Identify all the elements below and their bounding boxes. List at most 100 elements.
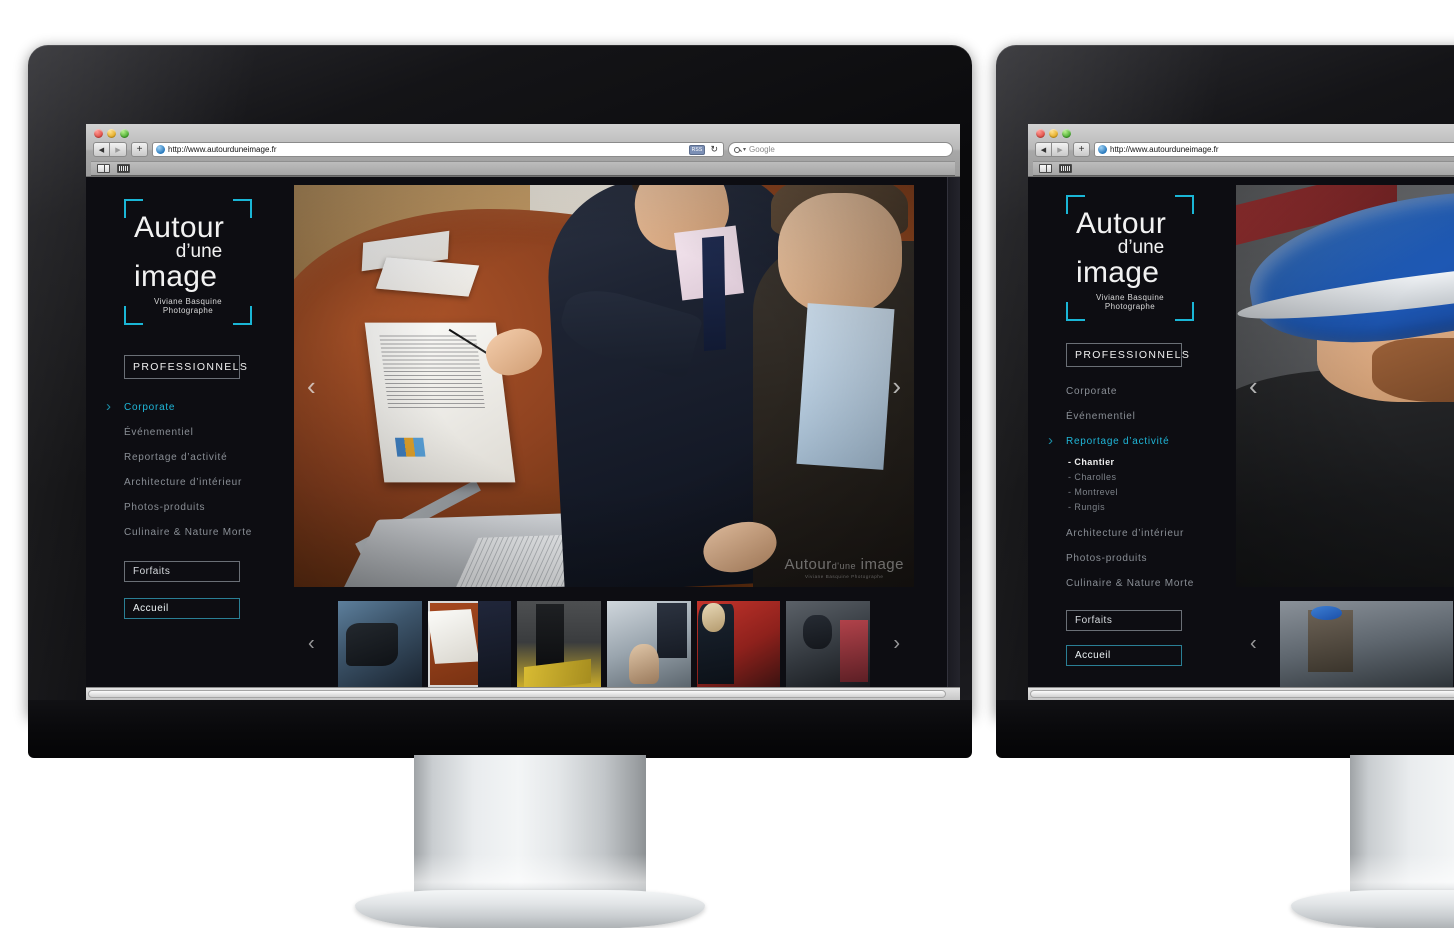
- new-tab-button[interactable]: +: [1073, 142, 1090, 157]
- gallery-stage-left: ‹ › Autourd'une image Viviane Basquine P…: [294, 177, 960, 687]
- site-logo[interactable]: Autour d’une image Viviane Basquine Phot…: [124, 199, 252, 325]
- forward-button[interactable]: ▶: [110, 142, 127, 157]
- search-input[interactable]: ▾ Google: [728, 142, 953, 157]
- thumbnail[interactable]: [696, 601, 781, 687]
- sidebar-item-label: Événementiel: [124, 426, 194, 438]
- scrollbar-thumb[interactable]: [1030, 690, 1454, 698]
- sidebar-left: Autour d’une image Viviane Basquine Phot…: [86, 177, 294, 687]
- monitor-stand-foot-left: [355, 890, 705, 928]
- bracket-bottom-left-icon: [1066, 301, 1085, 321]
- site-logo[interactable]: Autour d’une image Viviane Basquine Phot…: [1066, 195, 1194, 321]
- bookmarks-bar[interactable]: [1033, 161, 1454, 176]
- category-professionnels[interactable]: PROFESSIONNELS: [124, 354, 247, 379]
- forfaits-button[interactable]: Forfaits: [1066, 609, 1182, 631]
- sidebar-item-architecture[interactable]: Architecture d’intérieur: [124, 470, 294, 495]
- chevron-right-icon: ›: [106, 397, 112, 415]
- monitor-left: ◀ ▶ + http://www.autourduneimage.fr RSS …: [28, 45, 972, 928]
- back-button[interactable]: ◀: [93, 142, 110, 157]
- scrollbar-thumb[interactable]: [88, 690, 946, 698]
- rss-badge[interactable]: RSS: [688, 144, 706, 155]
- page-scrollbar-horizontal[interactable]: [86, 687, 960, 700]
- sidebar-item-corporate[interactable]: › Corporate: [106, 395, 294, 420]
- bookmarks-icon[interactable]: [1039, 164, 1052, 173]
- search-placeholder: Google: [749, 145, 775, 154]
- browser-toolbar: ◀ ▶ + http://www.autourduneimage.fr RSS …: [91, 141, 955, 161]
- thumbnail[interactable]: [786, 601, 871, 687]
- chevron-down-icon[interactable]: ▾: [743, 146, 746, 153]
- sidebar-nav-left: › Corporate Événementiel Reportage d’act…: [106, 395, 294, 545]
- window-controls[interactable]: [1033, 127, 1454, 141]
- page-scrollbar-horizontal[interactable]: [1028, 687, 1454, 700]
- browser-chrome-right: ◀ ▶ + http://www.autourduneimage.fr RSS …: [1028, 124, 1454, 177]
- window-controls[interactable]: [91, 127, 955, 141]
- search-icon: [734, 146, 740, 153]
- sidebar-item-label: Photos-produits: [124, 501, 206, 513]
- sidebar-subitem-rungis[interactable]: - Rungis: [1068, 500, 1236, 515]
- monitor-chin-right: [996, 700, 1454, 758]
- sidebar-item-reportage[interactable]: Reportage d’activité: [124, 445, 294, 470]
- globe-icon: [156, 145, 165, 154]
- thumbnail[interactable]: [517, 601, 602, 687]
- hero-next-button[interactable]: ›: [892, 373, 901, 399]
- back-button[interactable]: ◀: [1035, 142, 1052, 157]
- thumbnail-strip-left: ‹ ›: [294, 601, 914, 687]
- thumbnail[interactable]: [427, 601, 512, 687]
- address-bar[interactable]: http://www.autourduneimage.fr RSS ↻: [1094, 142, 1454, 157]
- close-button[interactable]: [1036, 129, 1045, 138]
- thumbs-prev-button[interactable]: ‹: [308, 633, 315, 656]
- sidebar-item-label: Culinaire & Nature Morte: [124, 526, 253, 538]
- thumbnail[interactable]: [338, 601, 422, 687]
- address-bar[interactable]: http://www.autourduneimage.fr RSS ↻: [152, 142, 724, 157]
- sidebar-subitem-montrevel[interactable]: - Montrevel: [1068, 485, 1236, 500]
- top-sites-icon[interactable]: [117, 164, 130, 173]
- sidebar-item-evenementiel[interactable]: Événementiel: [1066, 404, 1236, 429]
- sidebar-subnav: - Chantier - Charolles - Montrevel - Run…: [1068, 455, 1236, 515]
- reload-icon[interactable]: ↻: [708, 144, 720, 155]
- browser-toolbar: ◀ ▶ + http://www.autourduneimage.fr RSS …: [1033, 141, 1454, 161]
- sidebar-item-culinaire[interactable]: Culinaire & Nature Morte: [1066, 571, 1236, 596]
- logo-line-1: Autour: [1076, 207, 1167, 240]
- sidebar-nav-right: Corporate Événementiel › Reportage d’act…: [1048, 379, 1236, 596]
- minimize-button[interactable]: [1049, 129, 1058, 138]
- zoom-button[interactable]: [120, 129, 129, 138]
- forward-button[interactable]: ▶: [1052, 142, 1069, 157]
- sidebar-item-label: Photos-produits: [1066, 552, 1148, 564]
- url-text: http://www.autourduneimage.fr: [168, 145, 277, 154]
- forfaits-button[interactable]: Forfaits: [124, 560, 240, 582]
- sidebar-item-culinaire[interactable]: Culinaire & Nature Morte: [124, 520, 294, 545]
- sidebar-item-label: Reportage d’activité: [1066, 435, 1170, 447]
- nav-buttons[interactable]: ◀ ▶: [93, 142, 127, 157]
- hero-prev-button[interactable]: ‹: [307, 373, 316, 399]
- thumbs-prev-button[interactable]: ‹: [1250, 633, 1257, 656]
- bookmarks-icon[interactable]: [97, 164, 110, 173]
- nav-buttons[interactable]: ◀ ▶: [1035, 142, 1069, 157]
- accueil-button[interactable]: Accueil: [1066, 644, 1182, 666]
- thumbs-next-button[interactable]: ›: [893, 633, 900, 656]
- close-button[interactable]: [94, 129, 103, 138]
- thumbnail[interactable]: [1280, 601, 1454, 687]
- hero-image-corporate[interactable]: ‹ › Autourd'une image Viviane Basquine P…: [294, 185, 914, 587]
- hero-prev-button[interactable]: ‹: [1249, 373, 1258, 399]
- page-scrollbar-vertical[interactable]: [947, 177, 960, 687]
- category-professionnels[interactable]: PROFESSIONNELS: [1066, 342, 1189, 367]
- sidebar-item-reportage[interactable]: › Reportage d’activité: [1048, 429, 1236, 454]
- sidebar-item-evenementiel[interactable]: Événementiel: [124, 420, 294, 445]
- sidebar-item-label: Corporate: [124, 401, 176, 413]
- sidebar-item-photos-produits[interactable]: Photos-produits: [124, 495, 294, 520]
- sidebar-item-architecture[interactable]: Architecture d’intérieur: [1066, 521, 1236, 546]
- accueil-button[interactable]: Accueil: [124, 597, 240, 619]
- hero-image-chantier[interactable]: ‹ ›: [1236, 185, 1454, 587]
- sidebar-item-corporate[interactable]: Corporate: [1066, 379, 1236, 404]
- minimize-button[interactable]: [107, 129, 116, 138]
- top-sites-icon[interactable]: [1059, 164, 1072, 173]
- screen-left: ◀ ▶ + http://www.autourduneimage.fr RSS …: [86, 124, 960, 700]
- zoom-button[interactable]: [1062, 129, 1071, 138]
- bookmarks-bar[interactable]: [91, 161, 955, 176]
- sidebar-item-photos-produits[interactable]: Photos-produits: [1066, 546, 1236, 571]
- thumbnail[interactable]: [607, 601, 691, 687]
- sidebar-subitem-charolles[interactable]: - Charolles: [1068, 470, 1236, 485]
- bracket-top-right-icon: [233, 199, 252, 218]
- sidebar-subitem-chantier[interactable]: - Chantier: [1068, 455, 1236, 470]
- new-tab-button[interactable]: +: [131, 142, 148, 157]
- sidebar-item-label: Reportage d’activité: [124, 451, 228, 463]
